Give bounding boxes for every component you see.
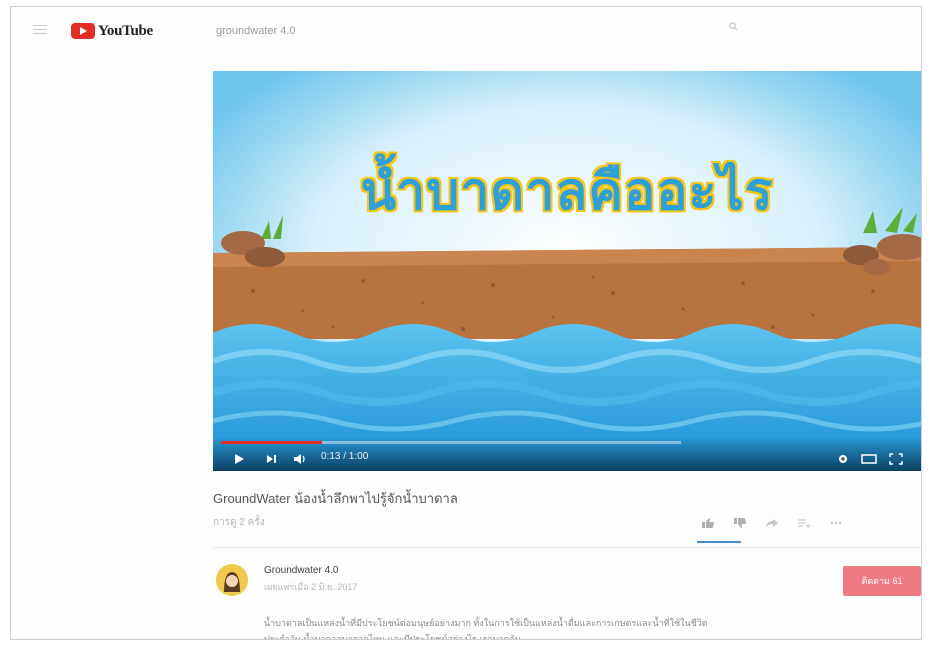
- youtube-logo[interactable]: YouTube: [71, 20, 153, 42]
- menu-icon[interactable]: [33, 25, 47, 35]
- add-to-icon[interactable]: [797, 517, 811, 529]
- share-icon[interactable]: [765, 517, 779, 529]
- description-line-1: น้ำบาดาลเป็นแหล่งน้ำที่มีประโยชน์ต่อมนุษ…: [264, 618, 708, 628]
- video-scene: [213, 71, 921, 471]
- divider: [213, 547, 921, 548]
- youtube-logo-icon: [71, 23, 95, 39]
- youtube-window: YouTube groundwater 4.0 น้ำบาดาลคืออะไร …: [10, 6, 922, 640]
- video-player[interactable]: น้ำบาดาลคืออะไร 0:13 / 1:00: [213, 71, 921, 471]
- view-count: การดู 2 ครั้ง: [213, 517, 265, 528]
- like-bar: [697, 541, 741, 543]
- settings-icon[interactable]: [837, 453, 849, 465]
- like-icon[interactable]: [701, 517, 715, 529]
- fullscreen-icon[interactable]: [889, 453, 903, 465]
- play-icon[interactable]: [233, 453, 245, 465]
- theater-icon[interactable]: [861, 453, 877, 465]
- player-controls: 0:13 / 1:00: [213, 437, 921, 471]
- avatar-icon: [216, 564, 248, 596]
- search-icon[interactable]: [729, 22, 738, 31]
- volume-icon[interactable]: [293, 453, 307, 465]
- channel-name[interactable]: Groundwater 4.0: [264, 565, 339, 576]
- video-title: GroundWater น้องน้ำลึกพาไปรู้จักน้ำบาดาล: [213, 491, 458, 506]
- publish-date: เผยแพร่เมื่อ 2 มิ.ย. 2017: [264, 582, 358, 592]
- dislike-icon[interactable]: [733, 517, 747, 529]
- next-icon[interactable]: [265, 453, 277, 465]
- channel-avatar[interactable]: [216, 564, 248, 596]
- video-overlay-title: น้ำบาดาลคืออะไร: [359, 161, 774, 223]
- time-display: 0:13 / 1:00: [321, 451, 369, 462]
- progress-bar[interactable]: [221, 441, 681, 444]
- top-bar: YouTube: [11, 7, 921, 53]
- progress-fill: [221, 441, 323, 444]
- video-actions: [701, 517, 843, 529]
- subscribe-button[interactable]: ติดตาม 61: [843, 566, 921, 596]
- logo-text: YouTube: [98, 22, 153, 39]
- search-input[interactable]: [216, 21, 736, 41]
- more-icon[interactable]: [829, 517, 843, 529]
- description-line-2: ประจำวัน น้ำบาดาลมาจากไหน และมีประโยชน์อ…: [264, 634, 521, 640]
